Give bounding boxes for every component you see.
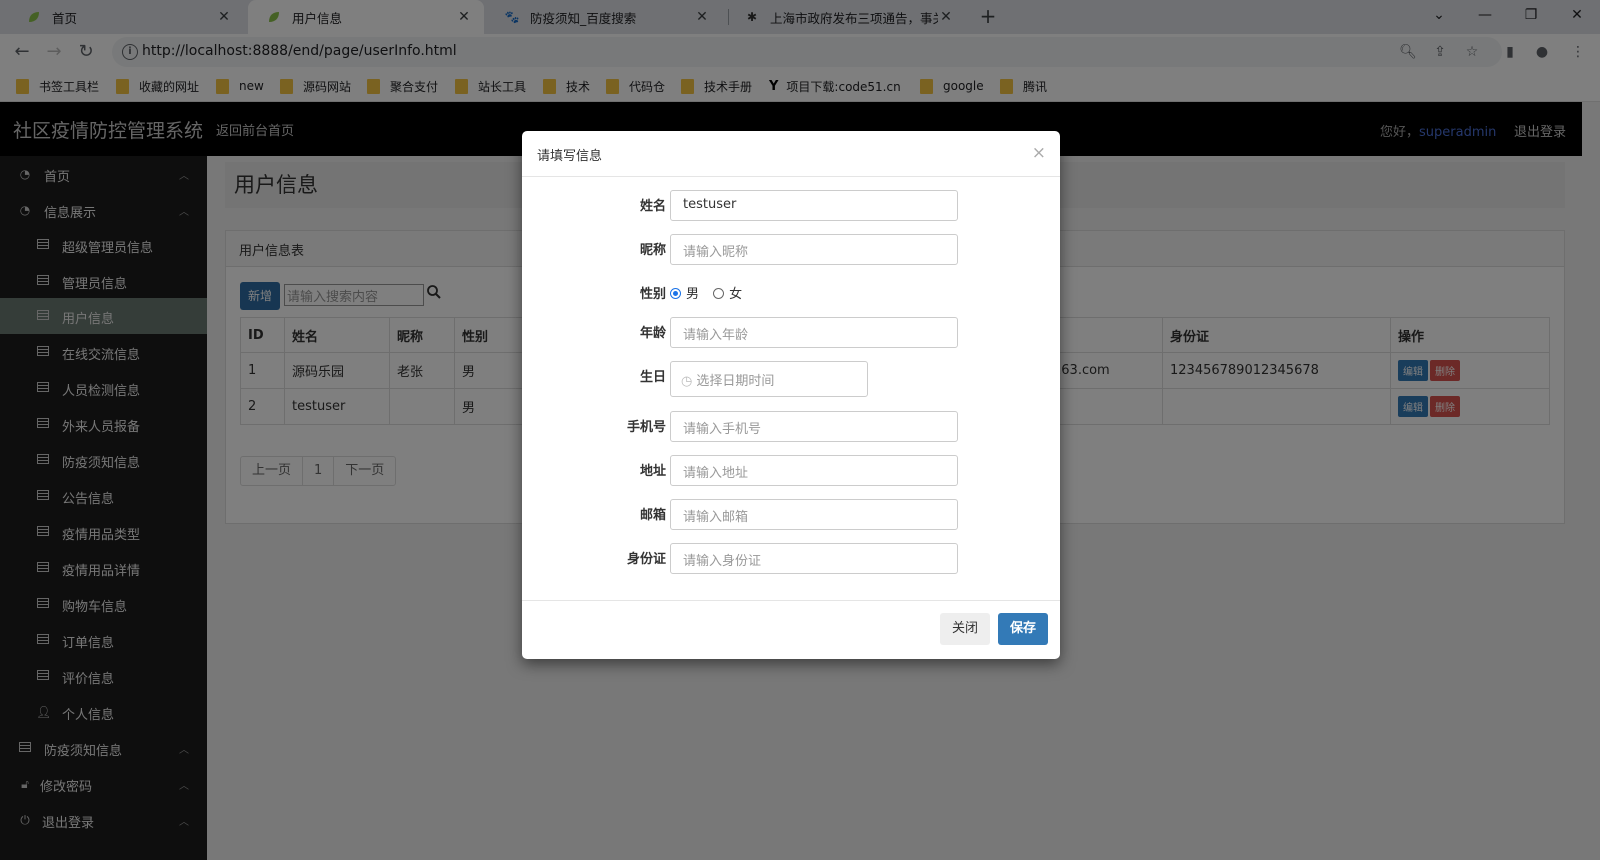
radio-unchecked-icon[interactable] (713, 288, 725, 299)
gender-label: 性别 (639, 287, 666, 302)
idcard-label: 身份证 (626, 552, 666, 567)
address-input[interactable]: 请输入地址 (670, 455, 958, 486)
email-input[interactable]: 请输入邮箱 (670, 499, 958, 530)
close-icon[interactable]: × (1032, 143, 1046, 163)
gender-radio-group: 男 女 (670, 283, 742, 302)
birthday-datetime-picker[interactable]: ◷ 选择日期时间 (670, 361, 868, 397)
radio-checked-icon[interactable] (670, 288, 681, 299)
gender-male-option[interactable]: 男 (670, 287, 699, 302)
user-form-modal: 请填写信息 × 姓名 testuser 昵称 请输入昵称 性别 男 女 年龄 请… (522, 131, 1060, 659)
modal-footer: 关闭 保存 (522, 600, 1060, 659)
nickname-label: 昵称 (639, 243, 666, 258)
age-label: 年龄 (639, 326, 666, 341)
gender-female-option[interactable]: 女 (713, 287, 742, 302)
phone-label: 手机号 (626, 420, 666, 435)
save-button[interactable]: 保存 (998, 613, 1048, 645)
birthday-label: 生日 (639, 370, 666, 385)
email-label: 邮箱 (639, 508, 666, 523)
name-label: 姓名 (639, 199, 666, 214)
age-input[interactable]: 请输入年龄 (670, 317, 958, 348)
nickname-input[interactable]: 请输入昵称 (670, 234, 958, 265)
modal-header: 请填写信息 × (522, 131, 1060, 177)
name-input[interactable]: testuser (670, 190, 958, 221)
phone-input[interactable]: 请输入手机号 (670, 411, 958, 442)
clock-icon: ◷ (681, 374, 693, 389)
modal-title: 请填写信息 (537, 149, 603, 164)
idcard-input[interactable]: 请输入身份证 (670, 543, 958, 574)
address-label: 地址 (639, 464, 666, 479)
close-button[interactable]: 关闭 (940, 613, 990, 645)
